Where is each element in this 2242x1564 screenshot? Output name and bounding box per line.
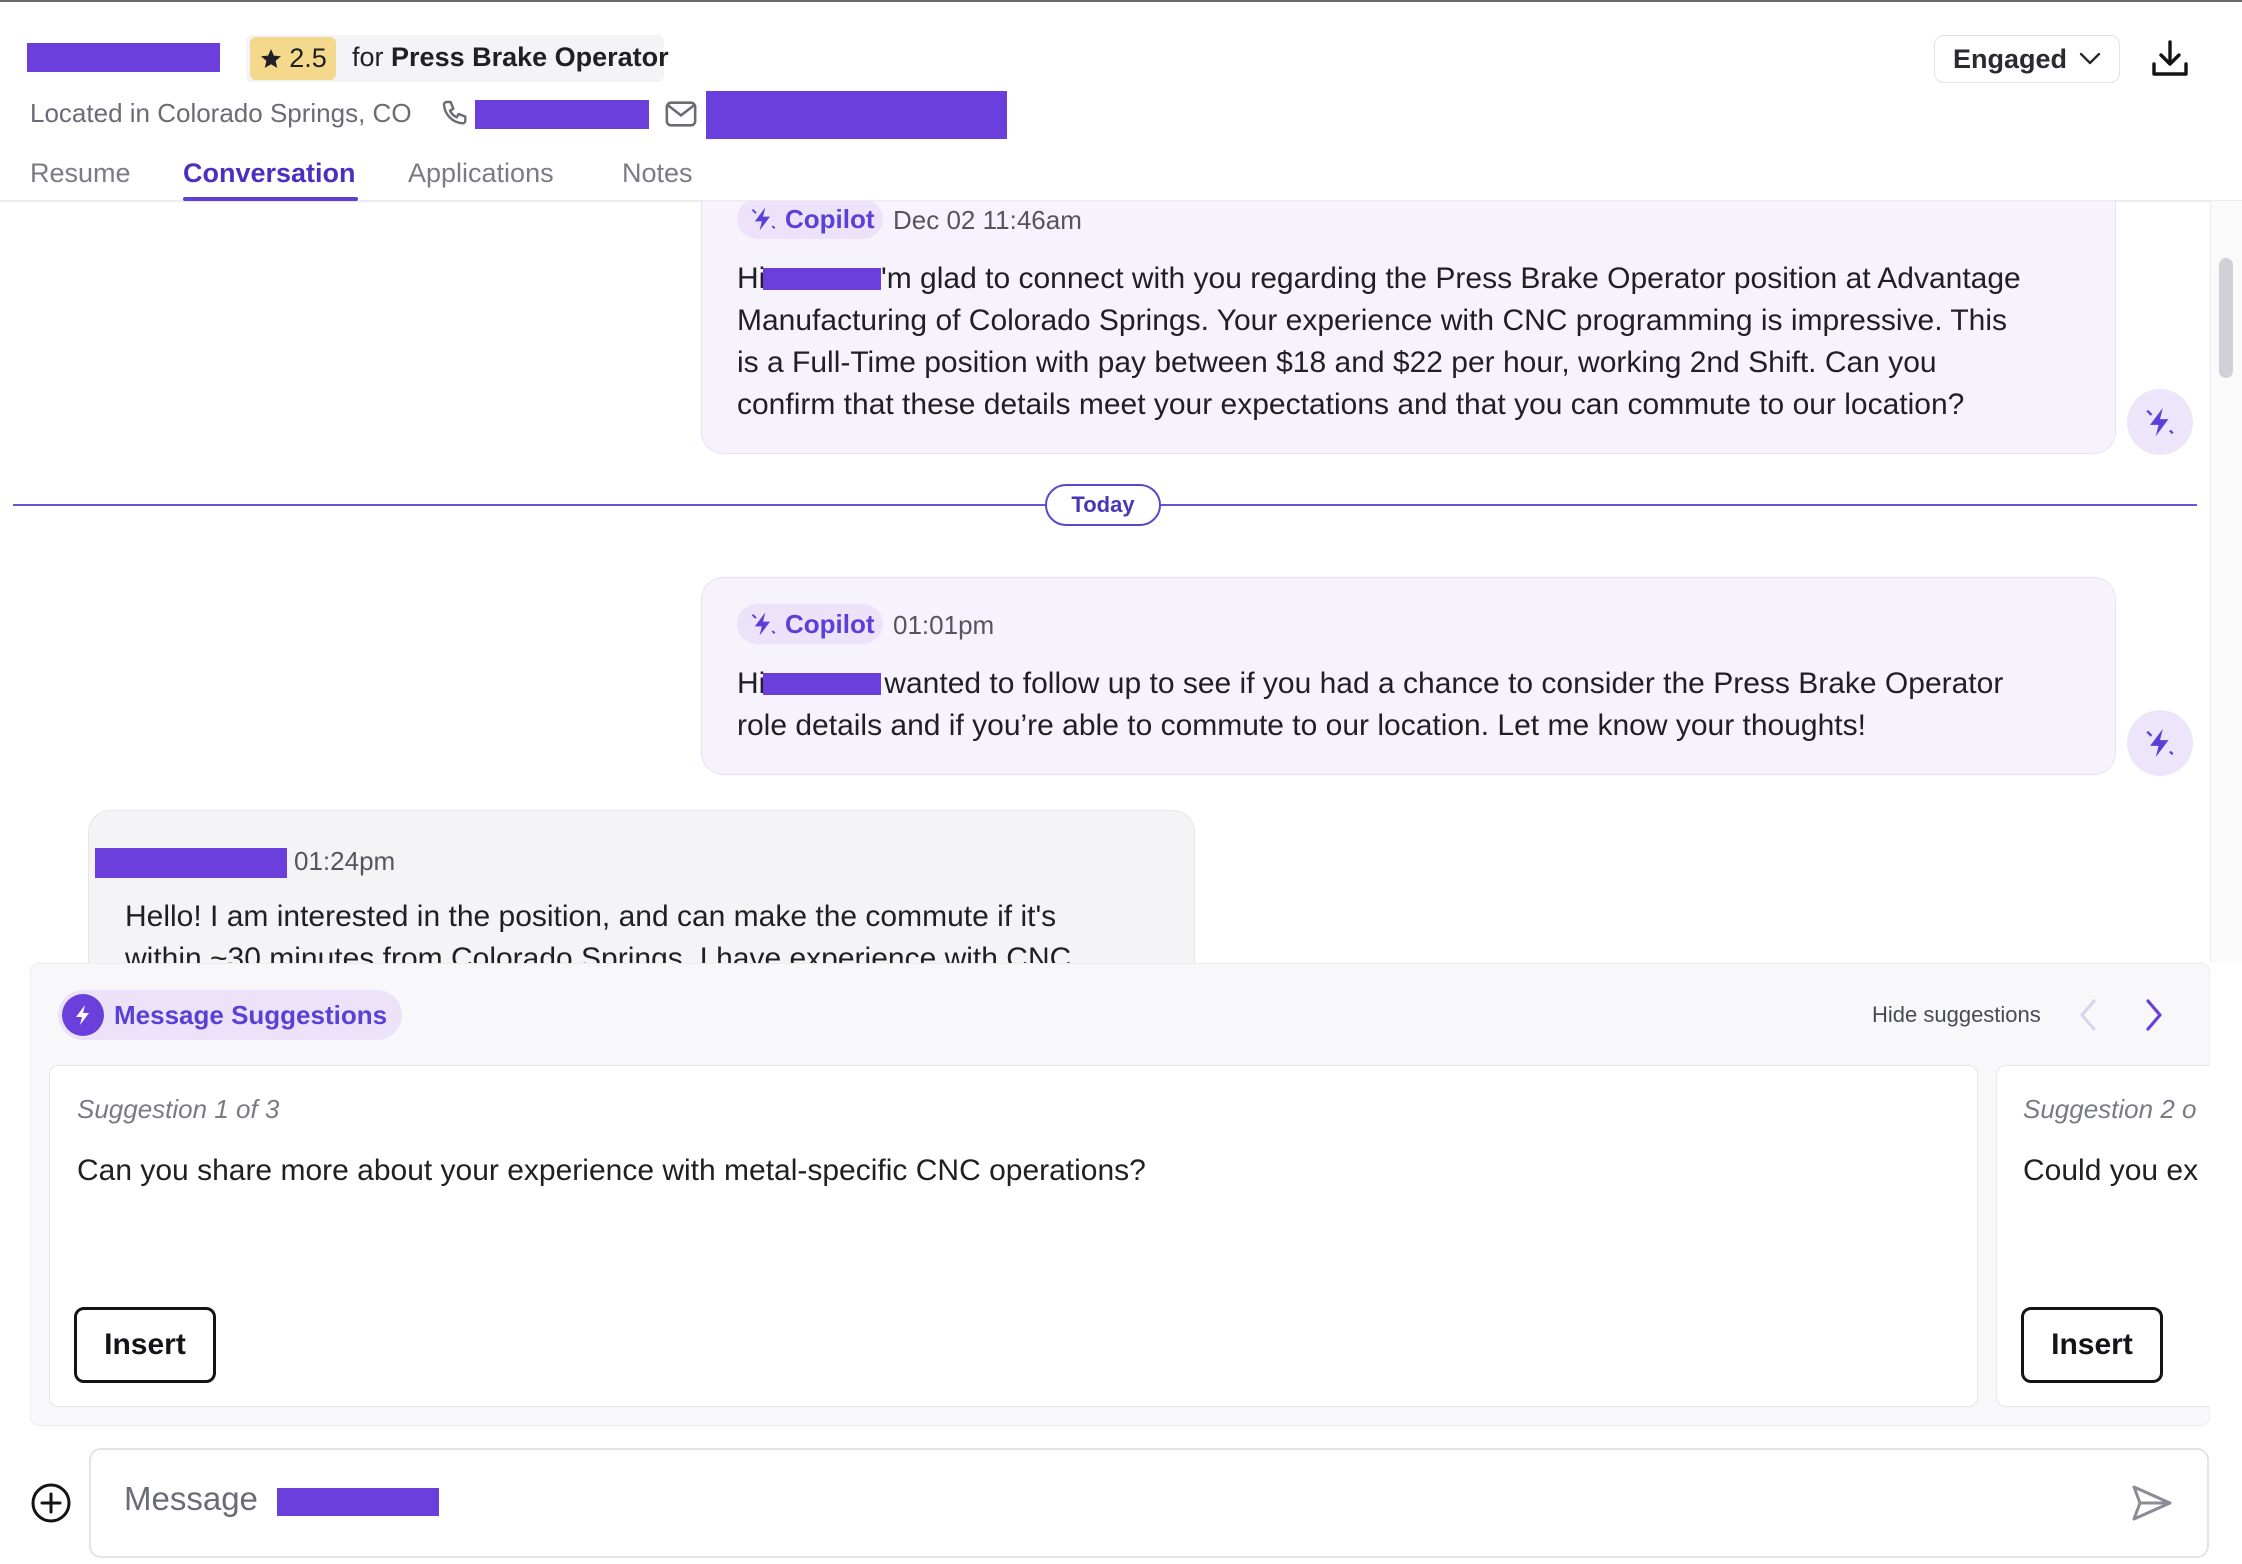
- sender-name-redacted: [95, 848, 287, 878]
- recipient-name-redacted: [277, 1488, 439, 1516]
- message-line: Manufacturing of Colorado Springs. Your …: [737, 304, 2008, 337]
- status-label: Engaged: [1953, 43, 2068, 74]
- message-line: confirm that these details meet your exp…: [737, 388, 1965, 421]
- copilot-sender-badge: Copilot: [737, 604, 883, 644]
- conversation-thread[interactable]: Copilot Dec 02 11:46am Hi 'm glad to con…: [0, 201, 2210, 963]
- suggestion-card[interactable]: Suggestion 2 o Could you ex Insert: [1996, 1065, 2210, 1407]
- copilot-bolt-icon: [749, 205, 777, 233]
- copilot-avatar: [2127, 389, 2193, 455]
- tab-resume[interactable]: Resume: [30, 158, 131, 189]
- copilot-sender-badge: Copilot: [737, 201, 883, 239]
- phone-redacted: [475, 100, 649, 129]
- scrollbar-thumb[interactable]: [2219, 258, 2233, 378]
- suggestions-title: Message Suggestions: [114, 999, 388, 1030]
- candidate-location: Located in Colorado Springs, CO: [30, 98, 412, 128]
- star-icon: [259, 47, 283, 71]
- rating-badge: 2.5: [250, 37, 336, 80]
- message-line: Hello! I am interested in the position, …: [125, 900, 1057, 933]
- suggestion-card[interactable]: Suggestion 1 of 3 Can you share more abo…: [49, 1065, 1978, 1407]
- insert-button[interactable]: Insert: [2021, 1307, 2163, 1383]
- tab-conversation[interactable]: Conversation: [183, 158, 356, 189]
- message-line: is a Full-Time position with pay between…: [737, 346, 1937, 379]
- message-line: within ~30 minutes from Colorado Springs…: [125, 942, 1072, 963]
- chevron-right-icon[interactable]: [2144, 998, 2164, 1032]
- phone-icon[interactable]: [440, 98, 472, 130]
- sender-name: Copilot: [785, 608, 875, 639]
- send-icon[interactable]: [2130, 1483, 2174, 1523]
- copilot-avatar: [2127, 710, 2193, 776]
- download-icon[interactable]: [2150, 38, 2190, 80]
- message-line: wanted to follow up to see if you had a …: [876, 667, 2004, 700]
- add-circle-icon[interactable]: [30, 1482, 72, 1524]
- suggestion-text: Could you ex: [2023, 1154, 2199, 1187]
- message-line: Hi: [737, 262, 766, 295]
- chevron-down-icon: [2079, 52, 2101, 66]
- mail-icon[interactable]: [664, 99, 698, 129]
- copilot-bolt-icon: [2143, 726, 2177, 760]
- copilot-bolt-icon: [2143, 405, 2177, 439]
- message-line: Hi: [737, 667, 766, 700]
- insert-button[interactable]: Insert: [74, 1307, 216, 1383]
- sender-name: Copilot: [785, 203, 875, 234]
- candidate-name-redacted: [27, 43, 220, 72]
- message-line: role details and if you’re able to commu…: [737, 709, 1866, 742]
- message-suggestions-badge: Message Suggestions: [58, 990, 402, 1040]
- suggestion-counter: Suggestion 2 o: [2023, 1094, 2197, 1124]
- date-divider-label: Today: [1045, 484, 1161, 526]
- name-redacted: [763, 673, 881, 695]
- chevron-left-icon[interactable]: [2078, 998, 2098, 1032]
- email-redacted: [706, 91, 1007, 139]
- copilot-bolt-icon: [62, 994, 104, 1036]
- tab-notes[interactable]: Notes: [622, 158, 693, 189]
- copilot-bolt-icon: [749, 610, 777, 638]
- message-line: 'm glad to connect with you regarding th…: [881, 262, 2021, 295]
- message-time: 01:24pm: [294, 846, 396, 876]
- hide-suggestions-link[interactable]: Hide suggestions: [1872, 1002, 2041, 1028]
- job-title: Press Brake Operator: [391, 42, 669, 72]
- for-prefix: for: [352, 42, 384, 72]
- message-time: 01:01pm: [893, 610, 995, 640]
- message-input[interactable]: [124, 1480, 284, 1518]
- name-redacted: [763, 268, 881, 290]
- status-dropdown[interactable]: Engaged: [1934, 35, 2120, 83]
- top-border: [0, 0, 2242, 2]
- rating-value: 2.5: [289, 43, 327, 73]
- message-time: Dec 02 11:46am: [893, 205, 1082, 235]
- suggestion-counter: Suggestion 1 of 3: [77, 1094, 280, 1124]
- job-label: for Press Brake Operator: [352, 42, 669, 73]
- suggestion-text: Can you share more about your experience…: [77, 1154, 1146, 1187]
- tab-applications[interactable]: Applications: [408, 158, 554, 189]
